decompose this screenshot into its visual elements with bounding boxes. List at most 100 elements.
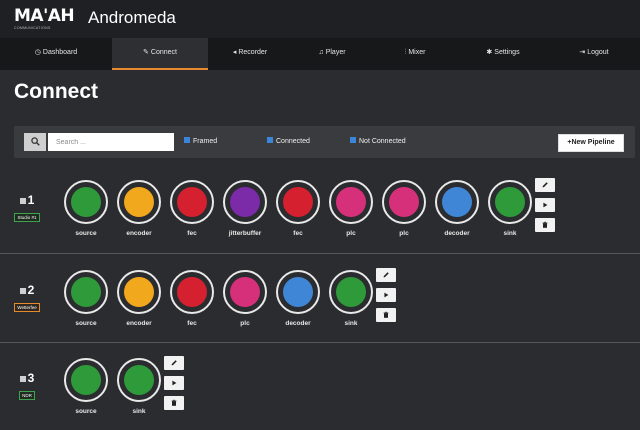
edit-pipeline-button[interactable] [535, 178, 555, 192]
logo[interactable]: MA'AH COMMUNICATIONS [14, 6, 75, 32]
node-ring [64, 180, 108, 224]
play-icon [543, 202, 548, 208]
node-ring [117, 180, 161, 224]
node-label: sink [503, 230, 517, 237]
node-status-dot [389, 187, 419, 217]
node-status-dot [71, 365, 101, 395]
node-label: plc [240, 320, 250, 327]
pipeline-node-jitterbuffer[interactable]: jitterbuffer [223, 180, 267, 237]
nav-label: Player [325, 49, 346, 56]
node-ring [117, 358, 161, 402]
pipeline-node-fec[interactable]: fec [276, 180, 320, 237]
node-status-dot [283, 277, 313, 307]
pipeline-marker [19, 288, 26, 294]
pipeline-tag: Studio #1 [14, 213, 40, 222]
checkbox-icon [184, 137, 190, 144]
trash-icon [542, 221, 548, 228]
nav-label: Logout [587, 49, 609, 56]
pipeline-node-encoder[interactable]: encoder [117, 180, 161, 237]
pipeline-node-fec[interactable]: fec [170, 270, 214, 327]
node-ring [329, 180, 373, 224]
pipeline-number-text: 3 [27, 371, 35, 385]
nav-label: Settings [494, 49, 520, 56]
pipeline-node-sink[interactable]: sink [117, 358, 161, 415]
pipeline-node-sink[interactable]: sink [488, 180, 532, 237]
search-button[interactable] [24, 133, 46, 151]
delete-pipeline-button[interactable] [164, 396, 184, 410]
node-status-dot [124, 365, 154, 395]
node-status-dot [124, 277, 154, 307]
node-label: encoder [126, 230, 152, 237]
pipeline-node-source[interactable]: source [64, 270, 108, 327]
play-pipeline-button[interactable] [376, 288, 396, 302]
filter-not-connected-checkbox[interactable]: Not Connected [350, 136, 406, 148]
nav-label: Dashboard [42, 49, 78, 56]
filter-connected-checkbox[interactable]: Connected [267, 136, 310, 148]
node-label: fec [187, 320, 197, 327]
node-label: plc [399, 230, 409, 237]
node-label: sink [132, 408, 146, 415]
pipeline-node-plc[interactable]: plc [329, 180, 373, 237]
pipeline-tag: Wetterfee [14, 303, 40, 312]
node-ring [382, 180, 426, 224]
node-status-dot [71, 277, 101, 307]
filter-label: Not Connected [359, 138, 406, 145]
filter-framed-checkbox[interactable]: Framed [184, 136, 217, 148]
node-label: fec [187, 230, 197, 237]
nav-label: Connect [150, 49, 177, 56]
new-pipeline-button[interactable]: +New Pipeline [558, 134, 624, 152]
delete-pipeline-button[interactable] [535, 218, 555, 232]
node-status-dot [71, 187, 101, 217]
delete-pipeline-button[interactable] [376, 308, 396, 322]
nav-item-connect[interactable]: ✎ Connect [112, 38, 208, 70]
logout-icon: ⇥ [579, 49, 586, 56]
pipeline-node-decoder[interactable]: decoder [276, 270, 320, 327]
node-status-dot [442, 187, 472, 217]
pipeline-node-decoder[interactable]: decoder [435, 180, 479, 237]
nav-item-player[interactable]: ♫ Player [292, 38, 372, 70]
logo-text: MA'AH [14, 6, 75, 26]
node-status-dot [230, 277, 260, 307]
pipeline-node-encoder[interactable]: encoder [117, 270, 161, 327]
pipeline-node-plc[interactable]: plc [382, 180, 426, 237]
nav-item-recorder[interactable]: ◂ Recorder [208, 38, 292, 70]
node-status-dot [495, 187, 525, 217]
filter-toolbar: Framed Connected Not Connected +New Pipe… [14, 126, 635, 158]
nav-item-settings[interactable]: ✱ Settings [458, 38, 548, 70]
pencil-icon [542, 182, 548, 188]
pipeline-node-fec[interactable]: fec [170, 180, 214, 237]
pipeline-label[interactable]: 1 Studio #1 [13, 194, 41, 224]
nav-label: Mixer [408, 49, 426, 56]
pipeline-tag: NDR [19, 391, 35, 400]
pipeline-node-plc[interactable]: plc [223, 270, 267, 327]
node-ring [117, 270, 161, 314]
dashboard-icon: ◷ [34, 49, 41, 56]
pipeline-label[interactable]: 2 Wetterfee [13, 284, 41, 314]
pipeline-number-text: 1 [27, 193, 35, 207]
play-pipeline-button[interactable] [164, 376, 184, 390]
node-label: encoder [126, 320, 152, 327]
node-ring [64, 358, 108, 402]
pipeline-label[interactable]: 3 NDR [13, 372, 41, 402]
nav-item-logout[interactable]: ⇥ Logout [548, 38, 640, 70]
edit-pipeline-button[interactable] [376, 268, 396, 282]
pipeline-divider [0, 253, 640, 254]
edit-pipeline-button[interactable] [164, 356, 184, 370]
pipeline-marker [19, 198, 26, 204]
pipeline-node-source[interactable]: source [64, 358, 108, 415]
trash-icon [171, 399, 177, 406]
node-ring [488, 180, 532, 224]
nav-item-mixer[interactable]: ⫶ Mixer [372, 38, 458, 70]
recorder-icon: ◂ [232, 49, 237, 56]
node-label: decoder [285, 320, 311, 327]
node-label: jitterbuffer [228, 230, 262, 237]
play-pipeline-button[interactable] [535, 198, 555, 212]
pipeline-node-source[interactable]: source [64, 180, 108, 237]
headphones-icon: ♫ [318, 49, 324, 56]
node-ring [223, 180, 267, 224]
node-status-dot [283, 187, 313, 217]
search-input[interactable] [48, 133, 174, 151]
pipeline-node-sink[interactable]: sink [329, 270, 373, 327]
pencil-icon [171, 360, 177, 366]
nav-item-dashboard[interactable]: ◷ Dashboard [0, 38, 112, 70]
